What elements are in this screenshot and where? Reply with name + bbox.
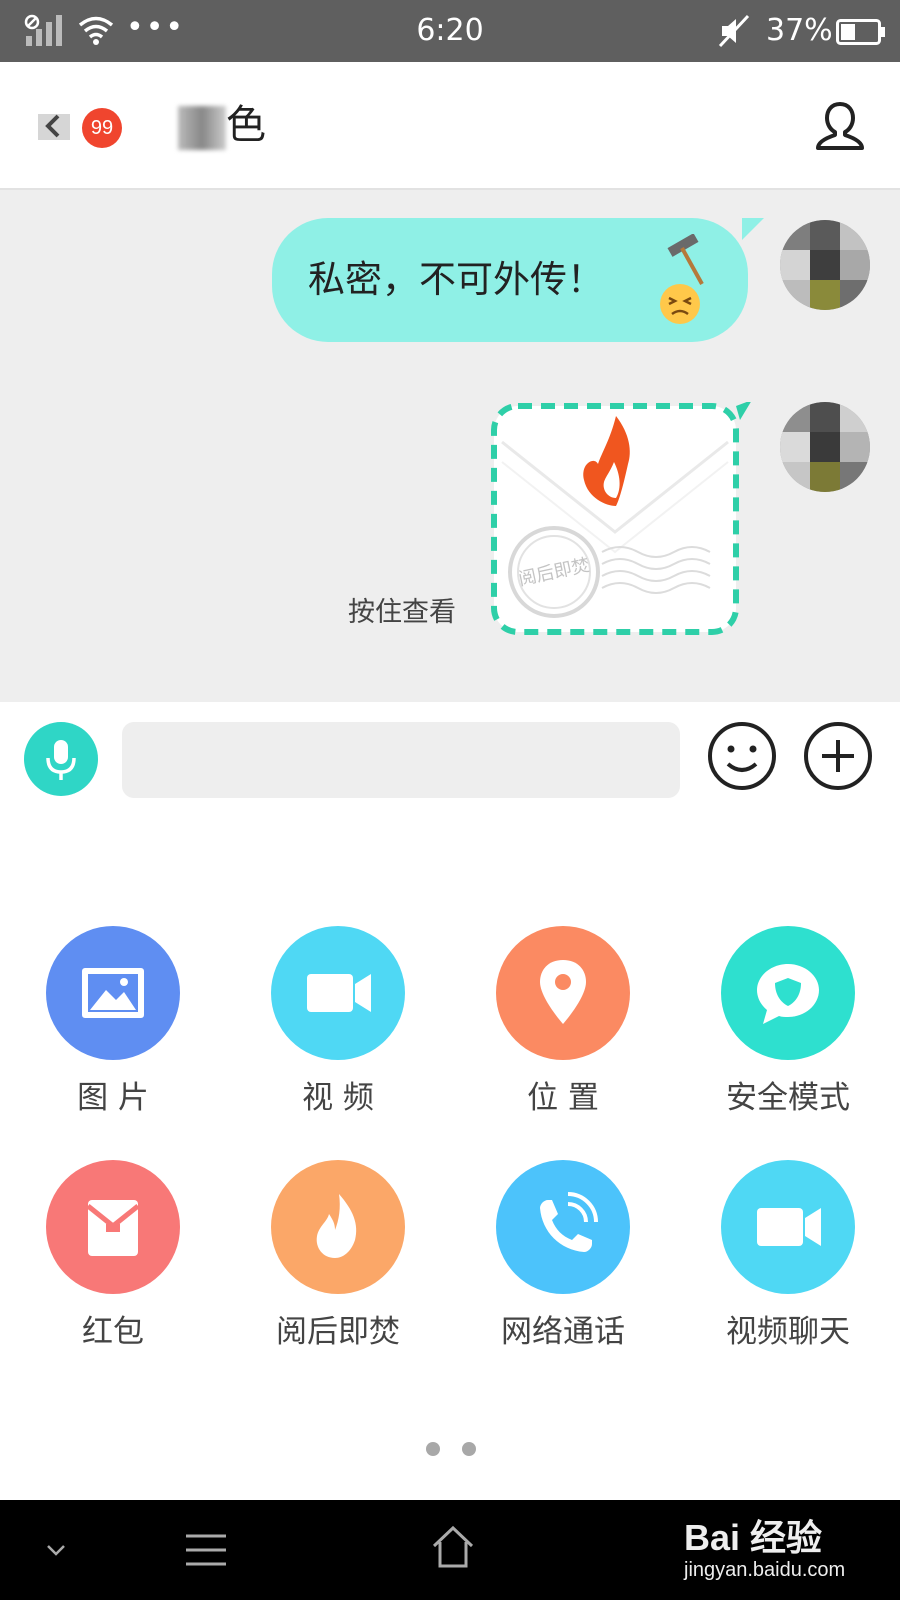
clock: 6:20 [416, 13, 484, 48]
user-profile-icon[interactable] [812, 98, 868, 154]
video-chat-icon [721, 1160, 855, 1294]
secure-mode-label: 安全模式 [726, 1080, 850, 1116]
microphone-icon [46, 740, 76, 780]
watermark-main: Bai 经验 [684, 1517, 823, 1558]
burn-after-reading-button[interactable]: 阅后即焚 [237, 1160, 437, 1360]
avatar[interactable] [780, 220, 870, 310]
watermark-url: jingyan.baidu.com [684, 1559, 846, 1581]
image-label: 图 片 [77, 1080, 149, 1116]
smiley-icon[interactable] [706, 720, 778, 792]
page-dot[interactable] [426, 1442, 440, 1456]
secure-chat-icon [721, 926, 855, 1060]
mute-icon [718, 14, 750, 48]
video-chat-label: 视频聊天 [726, 1314, 850, 1350]
video-camera-icon [271, 926, 405, 1060]
press-to-view-hint: 按住查看 [348, 597, 456, 628]
video-chat-button[interactable]: 视频聊天 [687, 1160, 887, 1360]
chat-header: 99 色 [0, 62, 900, 190]
video-button[interactable]: 视 频 [237, 926, 437, 1126]
image-button[interactable]: 图 片 [12, 926, 212, 1126]
phone-call-icon [496, 1160, 630, 1294]
red-packet-label: 红包 [82, 1314, 144, 1350]
unread-badge: 99 [82, 108, 122, 148]
battery-icon [836, 19, 885, 45]
secure-mode-button[interactable]: 安全模式 [687, 926, 887, 1126]
menu-icon[interactable] [184, 1530, 228, 1570]
text-message-bubble[interactable]: 私密，不可外传！ [272, 218, 764, 342]
system-navigation-bar: Bai 经验 jingyan.baidu.com [0, 1500, 900, 1600]
message-text-field[interactable] [122, 722, 680, 798]
red-packet-button[interactable]: 红包 [12, 1160, 212, 1360]
red-packet-icon [46, 1160, 180, 1294]
status-bar: ••• 6:20 37% [0, 0, 900, 62]
plus-icon[interactable] [802, 720, 874, 792]
title-redacted [178, 106, 226, 150]
voice-call-button[interactable]: 网络通话 [462, 1160, 662, 1360]
hammer-face-emoji [660, 234, 704, 324]
burn-after-reading-label: 阅后即焚 [276, 1314, 400, 1350]
voice-input-button[interactable] [24, 722, 98, 796]
burn-after-reading-message[interactable]: 阅后即焚 [490, 402, 754, 636]
flame-icon [271, 1160, 405, 1294]
home-icon[interactable] [430, 1524, 476, 1570]
chat-title: 色 [226, 102, 266, 148]
image-icon [46, 926, 180, 1060]
location-pin-icon [496, 926, 630, 1060]
baidu-jingyan-watermark: Bai 经验 jingyan.baidu.com [684, 1518, 845, 1582]
message-text: 私密，不可外传！ [308, 258, 604, 301]
back-arrow-icon[interactable] [38, 110, 70, 142]
location-label: 位 置 [527, 1080, 599, 1116]
battery-percent: 37% [766, 13, 833, 48]
chevron-down-icon[interactable] [44, 1538, 68, 1562]
video-label: 视 频 [302, 1080, 374, 1116]
location-button[interactable]: 位 置 [462, 926, 662, 1126]
message-input-bar [0, 702, 900, 818]
message-list[interactable]: 私密，不可外传！ 阅后即焚 按住查看 [0, 190, 900, 702]
page-indicator [422, 1442, 482, 1462]
page-dot[interactable] [462, 1442, 476, 1456]
avatar[interactable] [780, 402, 870, 492]
voice-call-label: 网络通话 [501, 1314, 625, 1350]
